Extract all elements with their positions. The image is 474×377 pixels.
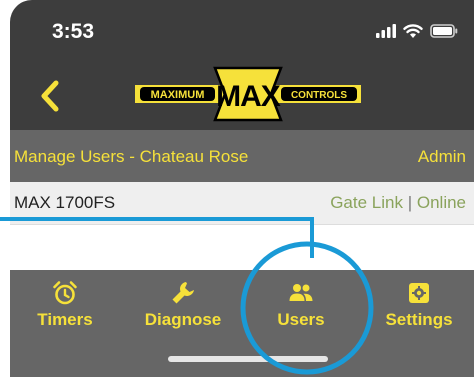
tab-settings[interactable]: Settings [364, 280, 474, 340]
home-indicator [168, 356, 328, 362]
brand-logo: MAXIMUM MAX CONTROLS [135, 66, 361, 122]
wrench-icon [172, 282, 194, 304]
status-time: 3:53 [52, 20, 95, 43]
tab-settings-label: Settings [385, 310, 453, 329]
users-icon [289, 284, 313, 301]
cellular-signal-icon [376, 24, 396, 38]
logo-center-text: MAX [216, 80, 281, 113]
nav-bar: MAXIMUM MAX CONTROLS [10, 60, 474, 130]
logo-right-text: CONTROLS [291, 90, 347, 101]
alarm-clock-icon [53, 281, 77, 305]
tab-diagnose[interactable]: Diagnose [128, 280, 238, 340]
manage-users-header: Manage Users - Chateau Rose Admin [10, 130, 474, 182]
device-name: MAX 1700FS [14, 193, 116, 212]
user-role-label: Admin [417, 147, 466, 166]
tab-diagnose-label: Diagnose [144, 310, 222, 329]
tab-bar: Timers Diagnose Users Settings [10, 270, 474, 377]
status-icons [376, 22, 458, 40]
wifi-icon [403, 23, 423, 38]
device-connection-status: Gate Link | Online [330, 193, 466, 213]
manage-users-title: Manage Users - Chateau Rose [14, 147, 249, 166]
gear-icon [409, 283, 429, 303]
tab-timers-label: Timers [37, 310, 93, 329]
gate-link-label: Gate Link [330, 193, 403, 212]
device-row[interactable]: MAX 1700FS Gate Link | Online [10, 182, 474, 225]
online-status: Online [416, 193, 466, 212]
status-bar: 3:53 [10, 0, 474, 60]
tab-users-label: Users [277, 310, 325, 329]
tab-users[interactable]: Users [246, 280, 356, 340]
tab-timers[interactable]: Timers [10, 280, 120, 340]
content-area [10, 225, 474, 270]
status-separator: | [407, 193, 413, 212]
battery-icon [430, 24, 458, 38]
phone-screen: 3:53 MAXIMUM MAX CONTROLS Manage Users -… [10, 0, 474, 377]
chevron-left-icon[interactable] [36, 78, 64, 114]
logo-left-text: MAXIMUM [151, 89, 205, 101]
